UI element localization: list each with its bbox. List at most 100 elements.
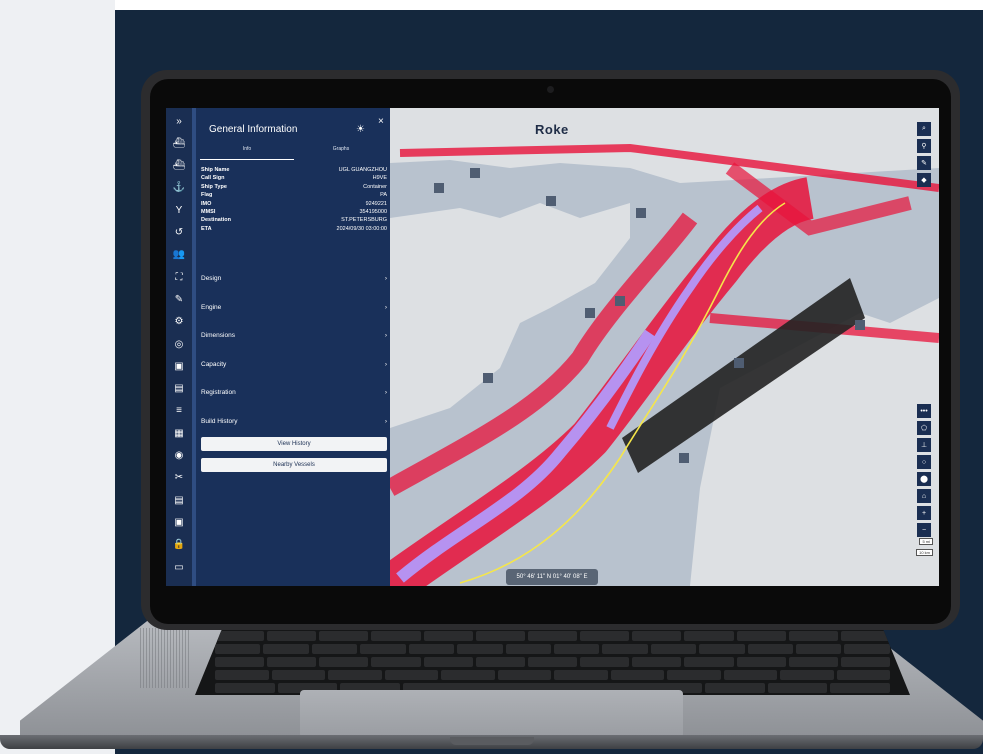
file-icon[interactable]: ▤	[166, 491, 192, 509]
satellite-icon[interactable]: ⚙	[166, 313, 192, 331]
anchor-marker	[636, 208, 646, 218]
section-label: Design	[201, 275, 222, 282]
chevron-right-icon: ›	[384, 275, 387, 282]
info-value: Container	[363, 183, 387, 190]
brand-logo: Roke	[535, 122, 569, 137]
scale-miles: 5 mi	[919, 538, 933, 545]
info-row: MMSI 354195000	[201, 209, 387, 215]
section-label: Dimensions	[201, 332, 235, 340]
lock-icon[interactable]: 🔒	[166, 536, 192, 554]
general-information-panel: General Information ☀ × Info Graphs Ship…	[196, 108, 390, 586]
zoom-in-icon[interactable]: +	[917, 506, 931, 520]
info-label: MMSI	[201, 209, 216, 215]
app-screen: » ⛴ ⛴ ⚓ Y ↺ 👥 ⛶ ✎ ⚙ ◎ ▣ ▤ ≡ ▦ ◉ ✂ ▤ ▣ 🔒 ▭ General Informatio…	[166, 108, 939, 586]
map-view[interactable]: Roke ⌕ ⚲ ✎ ◆ ••• ⬠ ⊥ ○ ⬤ ⌂ + − 5 mi 10 km 50° 46' …	[377, 108, 939, 586]
info-label: IMO	[201, 200, 212, 207]
section-build-history[interactable]: Build History ›	[201, 418, 387, 425]
info-label: Ship Type	[201, 183, 227, 190]
chevron-right-icon: ›	[384, 332, 387, 340]
polygon-icon[interactable]: ⬠	[917, 421, 931, 435]
search-icon[interactable]: ⌕	[917, 122, 931, 136]
chevron-right-icon: ›	[384, 360, 387, 368]
anchor-marker	[546, 196, 556, 206]
section-label: Build History	[201, 418, 238, 425]
section-capacity[interactable]: Capacity ›	[201, 361, 387, 368]
anchor-icon[interactable]: ⚓	[166, 179, 192, 197]
section-registration[interactable]: Registration ›	[201, 389, 387, 396]
coordinates-readout: 50° 46' 11" N 01° 40' 08" E	[506, 569, 598, 585]
map-tools-top: ⌕ ⚲ ✎ ◆	[917, 122, 931, 187]
close-icon[interactable]: ×	[378, 116, 384, 127]
active-tab-indicator	[200, 159, 294, 160]
info-label: Destination	[201, 217, 231, 224]
section-engine[interactable]: Engine ›	[201, 304, 387, 311]
edit-icon[interactable]: ✎	[917, 156, 931, 170]
info-value: PA	[380, 192, 387, 199]
trackpad	[300, 690, 683, 738]
section-design[interactable]: Design ›	[201, 275, 387, 282]
ship-outline-icon[interactable]: ⛴	[166, 134, 192, 152]
more-icon[interactable]: •••	[917, 404, 931, 418]
anchor-marker	[615, 296, 625, 306]
page-background-left	[0, 0, 115, 754]
layers-icon[interactable]: ◆	[917, 173, 931, 187]
info-value: H9VE	[372, 175, 387, 182]
icon-rail: » ⛴ ⛴ ⚓ Y ↺ 👥 ⛶ ✎ ⚙ ◎ ▣ ▤ ≡ ▦ ◉ ✂ ▤ ▣ 🔒 ▭	[166, 108, 192, 586]
tab-graphs[interactable]: Graphs	[296, 146, 386, 152]
chat-icon[interactable]: ▭	[166, 558, 192, 576]
info-row: Destination ST.PETERSBURG	[201, 217, 387, 223]
ship-icon[interactable]: ⛴	[166, 157, 192, 175]
panel-title: General Information	[209, 124, 298, 135]
chevron-right-icon: ›	[384, 389, 387, 397]
info-value: 354195000	[359, 209, 387, 215]
info-value: 9249221	[365, 200, 387, 207]
image-icon[interactable]: ▣	[166, 357, 192, 375]
marker-icon[interactable]: ⬤	[917, 472, 931, 486]
section-dimensions[interactable]: Dimensions ›	[201, 332, 387, 339]
nearby-vessels-button[interactable]: Nearby Vessels	[201, 458, 387, 472]
anchor-marker	[679, 453, 689, 463]
map-canvas[interactable]	[377, 108, 939, 586]
circle-icon[interactable]: ○	[917, 455, 931, 469]
zoom-out-icon[interactable]: −	[917, 523, 931, 537]
info-label: Ship Name	[201, 167, 230, 173]
anchor-marker	[470, 168, 480, 178]
antenna-icon[interactable]: Y	[166, 201, 192, 219]
keyboard	[195, 625, 910, 695]
save-icon[interactable]: ▣	[166, 513, 192, 531]
tab-info[interactable]: Info	[202, 146, 292, 152]
tools-icon[interactable]: ✂	[166, 469, 192, 487]
history-icon[interactable]: ↺	[166, 224, 192, 242]
info-row: IMO 9249221	[201, 201, 387, 207]
frame-icon[interactable]: ⛶	[166, 268, 192, 286]
people-icon[interactable]: 👥	[166, 246, 192, 264]
info-row: ETA 2024/09/30 03:00:00	[201, 226, 387, 232]
info-row: Flag PA	[201, 192, 387, 198]
info-row: Call Sign H9VE	[201, 175, 387, 181]
view-history-button[interactable]: View History	[201, 437, 387, 451]
person-icon[interactable]: ⚲	[917, 139, 931, 153]
info-label: Flag	[201, 192, 213, 199]
layers-icon[interactable]: ≡	[166, 402, 192, 420]
radar-icon[interactable]: ◎	[166, 335, 192, 353]
info-label: ETA	[201, 225, 212, 232]
anchor-marker	[483, 373, 493, 383]
document-icon[interactable]: ▤	[166, 380, 192, 398]
pin-line-icon[interactable]: ⊥	[917, 438, 931, 452]
section-label: Engine	[201, 303, 222, 311]
section-label: Capacity	[201, 360, 227, 368]
laptop-notch	[450, 737, 534, 745]
compass-icon[interactable]: ◉	[166, 447, 192, 465]
map-icon[interactable]: ▦	[166, 424, 192, 442]
webcam	[547, 86, 554, 93]
anchor-marker	[434, 183, 444, 193]
info-value: ST.PETERSBURG	[341, 217, 387, 224]
info-value: 2024/09/30 03:00:00	[336, 225, 387, 232]
scale-km: 10 km	[916, 549, 933, 556]
section-label: Registration	[201, 389, 236, 397]
pen-icon[interactable]: ✎	[166, 290, 192, 308]
info-row: Ship Type Container	[201, 184, 387, 190]
sun-icon[interactable]: ☀	[356, 124, 365, 135]
home-icon[interactable]: ⌂	[917, 489, 931, 503]
expand-icon[interactable]: »	[166, 112, 192, 130]
